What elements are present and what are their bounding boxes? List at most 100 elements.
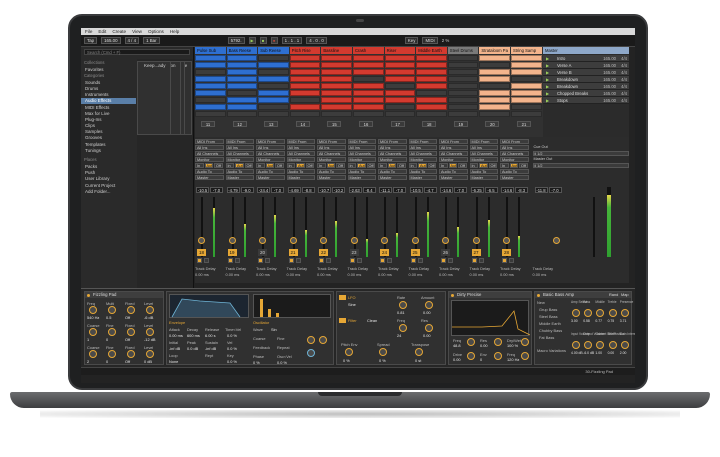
clip-slot-empty[interactable] [289, 97, 321, 103]
clip-slot-filled[interactable] [321, 97, 352, 103]
clip-slot-empty[interactable] [321, 111, 352, 117]
clip-slot-empty[interactable] [195, 69, 226, 75]
scene-row[interactable]: ▶ Verse B 165.00 4/4 [543, 69, 629, 76]
clip-slot-empty[interactable] [289, 111, 321, 117]
filter-param-value[interactable]: 100 % [507, 343, 518, 348]
operator-param-value[interactable]: 0 [106, 337, 108, 342]
chain-new-label[interactable]: New [537, 300, 545, 305]
scene-launch-icon[interactable]: ▶ [546, 55, 549, 62]
volume-fader[interactable] [384, 197, 386, 257]
map-button[interactable]: Map [621, 292, 629, 297]
scene-signature[interactable]: 4/4 [621, 55, 627, 62]
macro-variation-item[interactable]: Steel Bass [539, 314, 558, 319]
arm-button[interactable] [265, 258, 270, 263]
filter-param-knob[interactable] [467, 338, 475, 346]
output-select[interactable]: Master [439, 175, 468, 180]
clip-slot-filled[interactable] [384, 90, 416, 96]
track-delay-value[interactable]: 0.00 ms [348, 272, 362, 277]
stop-icon[interactable]: ■ [259, 37, 267, 44]
envelope-display[interactable] [169, 294, 249, 318]
osc-fine-knob[interactable] [319, 336, 327, 344]
clip-slot-empty[interactable] [226, 111, 258, 117]
clip-slot-filled[interactable] [416, 69, 447, 75]
amp-macro-value[interactable]: -6.0 dB [583, 351, 594, 355]
env-initial-value[interactable]: -inf dB [169, 346, 180, 351]
clip-slot-empty[interactable] [258, 111, 289, 117]
solo-button[interactable] [410, 258, 416, 263]
volume-fader[interactable] [475, 197, 478, 257]
clip-slot-filled[interactable] [416, 62, 447, 68]
env-release-value[interactable]: 6.00 s [205, 333, 216, 338]
monitor-off-button[interactable]: Off [214, 163, 223, 168]
scene-tempo[interactable]: 165.00 [603, 90, 616, 97]
clip-slot-filled[interactable] [289, 76, 321, 82]
scene-tempo[interactable]: 165.00 [603, 62, 616, 69]
clip-slot-empty[interactable] [447, 83, 479, 89]
input-channel-select[interactable]: All Channels [500, 151, 529, 156]
filter-param-knob[interactable] [494, 352, 502, 360]
clip-slot-filled[interactable] [195, 76, 226, 82]
scene-row[interactable]: ▶ Verse A 165.00 4/4 [543, 62, 629, 69]
filter-param-value[interactable]: 0.00 [453, 357, 461, 362]
oscillator-display[interactable] [253, 294, 331, 318]
input-type-select[interactable]: All Ins [469, 145, 498, 150]
volume-value[interactable]: -11.1 [379, 187, 392, 193]
key-map-button[interactable]: Key [404, 37, 419, 44]
amp-macro-value[interactable]: 4.00 dB [571, 351, 583, 355]
clip-slot-filled[interactable] [384, 55, 416, 61]
clip-slot-empty[interactable] [384, 83, 416, 89]
track-delay-value[interactable]: 0.00 ms [470, 272, 484, 277]
clip-slot-filled[interactable] [384, 62, 416, 68]
lfo-rate-knob[interactable] [399, 301, 407, 309]
filter-param-knob[interactable] [494, 338, 502, 346]
clip-slot-filled[interactable] [195, 90, 226, 96]
amp-macro-value[interactable]: 1.00 [595, 351, 602, 355]
clip-slot-filled[interactable] [321, 90, 352, 96]
clip-slot-filled[interactable] [416, 76, 447, 82]
operator-param-value[interactable]: 0 [106, 359, 108, 364]
pan-knob[interactable] [503, 237, 510, 244]
input-channel-select[interactable]: All Channels [378, 151, 407, 156]
clip-slot-empty[interactable] [447, 69, 479, 75]
cue-out-select[interactable]: ii 1/2 [532, 151, 629, 156]
monitor-auto-button[interactable]: Auto [296, 163, 305, 168]
volume-value[interactable]: -10.5 [409, 187, 423, 193]
track-activator-button[interactable]: 25 [410, 249, 420, 256]
monitor-in-button[interactable]: In [195, 163, 204, 168]
output-select[interactable]: Master [225, 175, 254, 180]
scene-launch-icon[interactable]: ▶ [546, 90, 549, 97]
volume-value[interactable]: -14.6 [501, 187, 514, 193]
clip-slot-filled[interactable] [226, 62, 258, 68]
clip-slot-filled[interactable] [479, 104, 510, 110]
pan-knob[interactable] [442, 237, 449, 244]
clip-slot-filled[interactable] [384, 69, 416, 75]
clip-slot-empty[interactable] [447, 111, 479, 117]
monitor-auto-button[interactable]: Auto [235, 163, 244, 168]
volume-fader[interactable] [231, 197, 234, 257]
clip-slot-empty[interactable] [511, 111, 542, 117]
filter-param-knob[interactable] [521, 338, 529, 346]
filter-param-value[interactable]: 0.00 [480, 343, 488, 348]
monitor-in-button[interactable]: In [256, 163, 265, 168]
clip-slot-empty[interactable] [384, 104, 416, 110]
osc-feedback-knob[interactable] [307, 349, 315, 357]
input-type-select[interactable]: All Ins [225, 145, 254, 150]
operator-param-knob[interactable] [146, 350, 154, 358]
arm-button[interactable] [234, 258, 240, 263]
track-activator-button[interactable]: 19 [227, 249, 237, 256]
clip-slot-filled[interactable] [479, 55, 510, 61]
volume-fader[interactable] [506, 197, 508, 257]
volume-value[interactable]: -2.63 [348, 187, 362, 193]
monitor-off-button[interactable]: Off [366, 163, 376, 168]
track-delay-value[interactable]: 0.00 ms [439, 272, 453, 277]
input-type-select[interactable]: All Ins [256, 145, 285, 150]
input-type-select[interactable]: All Ins [378, 145, 407, 150]
midi-map-button[interactable]: MIDI [422, 37, 438, 44]
amp-macro-knob[interactable] [620, 309, 629, 317]
solo-button[interactable] [227, 258, 233, 263]
arm-button[interactable] [509, 258, 514, 263]
clip-slot-empty[interactable] [447, 104, 479, 110]
amp-macro-value[interactable]: 2.00 [620, 351, 627, 355]
master-pan-knob[interactable] [552, 237, 560, 244]
clip-slot-filled[interactable] [321, 76, 352, 82]
